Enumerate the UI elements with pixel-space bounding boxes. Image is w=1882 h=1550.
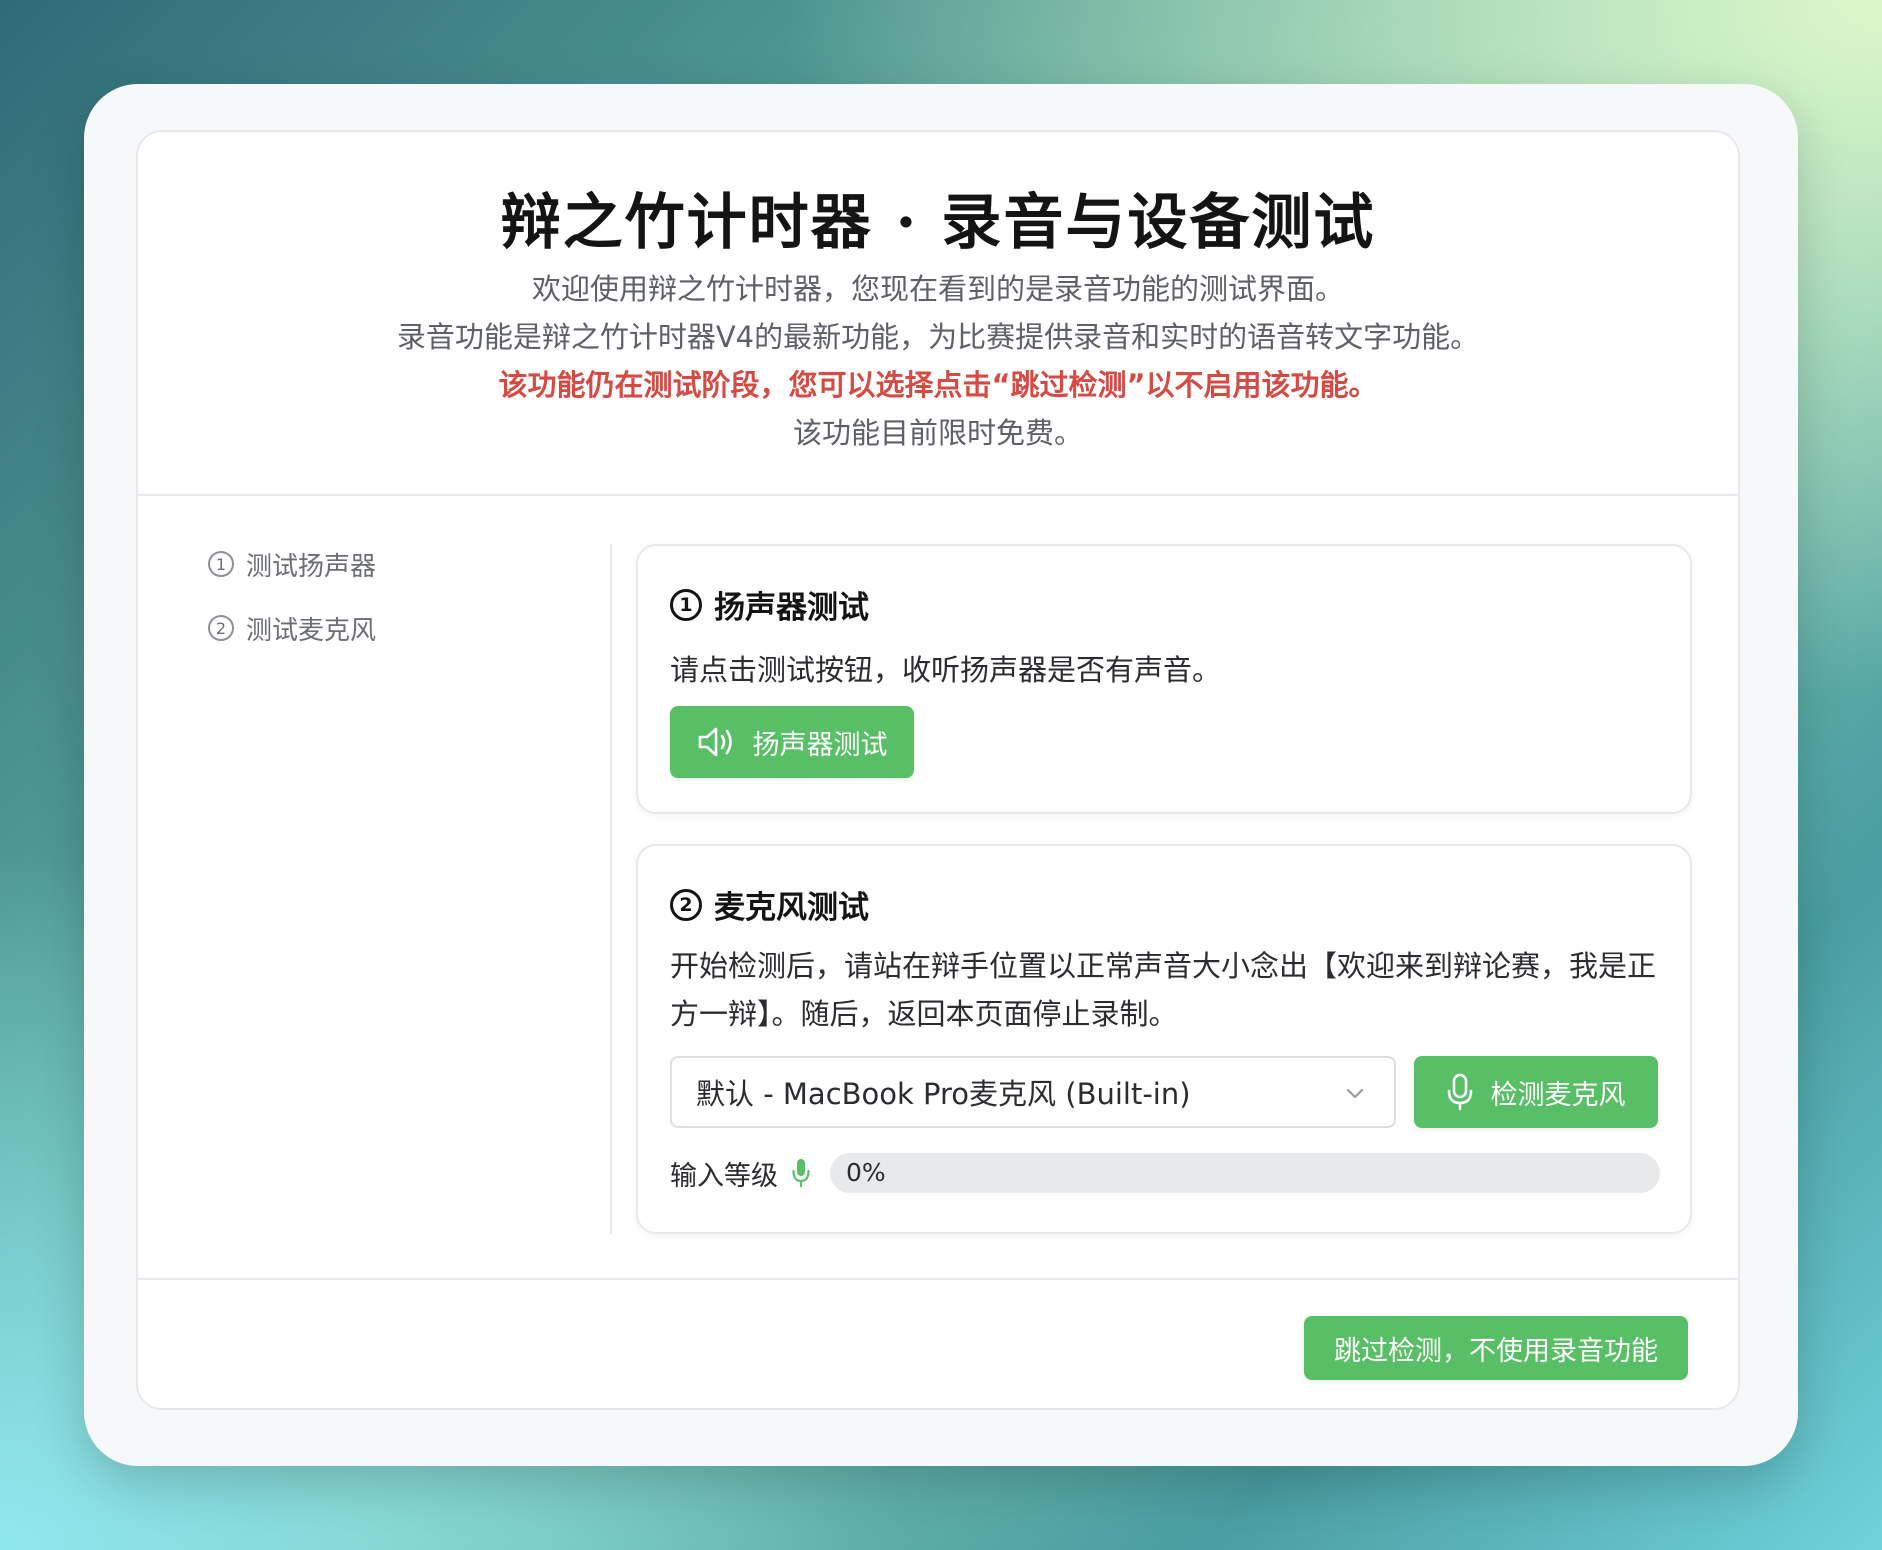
skip-detection-button[interactable]: 跳过检测，不使用录音功能 (1304, 1316, 1688, 1380)
intro-line-1: 欢迎使用辩之竹计时器，您现在看到的是录音功能的测试界面。 (531, 272, 1344, 306)
page-header: 辩之竹计时器 · 录音与设备测试 欢迎使用辩之竹计时器，您现在看到的是录音功能的… (138, 132, 1738, 494)
detect-microphone-label: 检测麦克风 (1490, 1079, 1626, 1111)
microphone-level-icon (792, 1159, 810, 1188)
chevron-down-icon (1346, 1088, 1364, 1099)
panel-number: 1 (670, 588, 702, 621)
step-number: 2 (208, 615, 234, 641)
input-level-bar: 0% (830, 1153, 1660, 1193)
warning-text: 该功能仍在测试阶段，您可以选择点击“跳过检测”以不启用该功能。 (498, 368, 1378, 402)
step-label: 测试扬声器 (246, 551, 377, 582)
speaker-panel-desc: 请点击测试按钮，收听扬声器是否有声音。 (670, 653, 1222, 687)
window-frame: 辩之竹计时器 · 录音与设备测试 欢迎使用辩之竹计时器，您现在看到的是录音功能的… (84, 84, 1798, 1466)
input-level-label: 输入等级 (670, 1160, 778, 1192)
panel-title-text: 麦克风测试 (714, 890, 869, 926)
detect-microphone-button[interactable]: 检测麦克风 (1414, 1056, 1658, 1128)
footer-divider (138, 1278, 1738, 1280)
free-notice: 该功能目前限时免费。 (792, 416, 1083, 450)
panel-number: 2 (670, 888, 702, 921)
step-label: 测试麦克风 (246, 615, 377, 646)
input-level-percent: 0% (846, 1158, 886, 1187)
speaker-test-label: 扬声器测试 (752, 729, 888, 761)
step-number: 1 (208, 551, 234, 577)
intro-line-2: 录音功能是辩之竹计时器V4的最新功能，为比赛提供录音和实时的语音转文字功能。 (396, 320, 1480, 354)
input-level-row: 输入等级 0% (670, 1152, 1660, 1194)
step-test-speaker[interactable]: 1 测试扬声器 (208, 544, 628, 584)
mic-panel-desc: 开始检测后，请站在辩手位置以正常声音大小念出【欢迎来到辩论赛，我是正方一辩】。随… (670, 949, 1657, 1031)
step-test-microphone[interactable]: 2 测试麦克风 (208, 608, 628, 648)
panel-title-text: 扬声器测试 (714, 590, 869, 626)
page-title: 辩之竹计时器 · 录音与设备测试 (500, 188, 1376, 258)
header-divider (138, 494, 1738, 496)
microphone-test-panel: 2 麦克风测试 开始检测后，请站在辩手位置以正常声音大小念出【欢迎来到辩论赛，我… (636, 844, 1692, 1234)
steps-nav: 1 测试扬声器 2 测试麦克风 (208, 544, 628, 672)
test-card: 辩之竹计时器 · 录音与设备测试 欢迎使用辩之竹计时器，您现在看到的是录音功能的… (136, 130, 1740, 1410)
microphone-icon (1447, 1073, 1472, 1111)
microphone-select[interactable]: 默认 - MacBook Pro麦克风 (Built-in) (670, 1056, 1396, 1128)
speaker-test-panel: 1 扬声器测试 请点击测试按钮，收听扬声器是否有声音。 扬声器测试 (636, 544, 1692, 814)
nav-divider (610, 544, 612, 1234)
speaker-icon (698, 727, 732, 757)
mic-panel-title: 2 麦克风测试 (670, 882, 869, 927)
speaker-test-button[interactable]: 扬声器测试 (670, 706, 914, 778)
selected-device: 默认 - MacBook Pro麦克风 (Built-in) (696, 1077, 1191, 1111)
speaker-panel-title: 1 扬声器测试 (670, 582, 869, 627)
